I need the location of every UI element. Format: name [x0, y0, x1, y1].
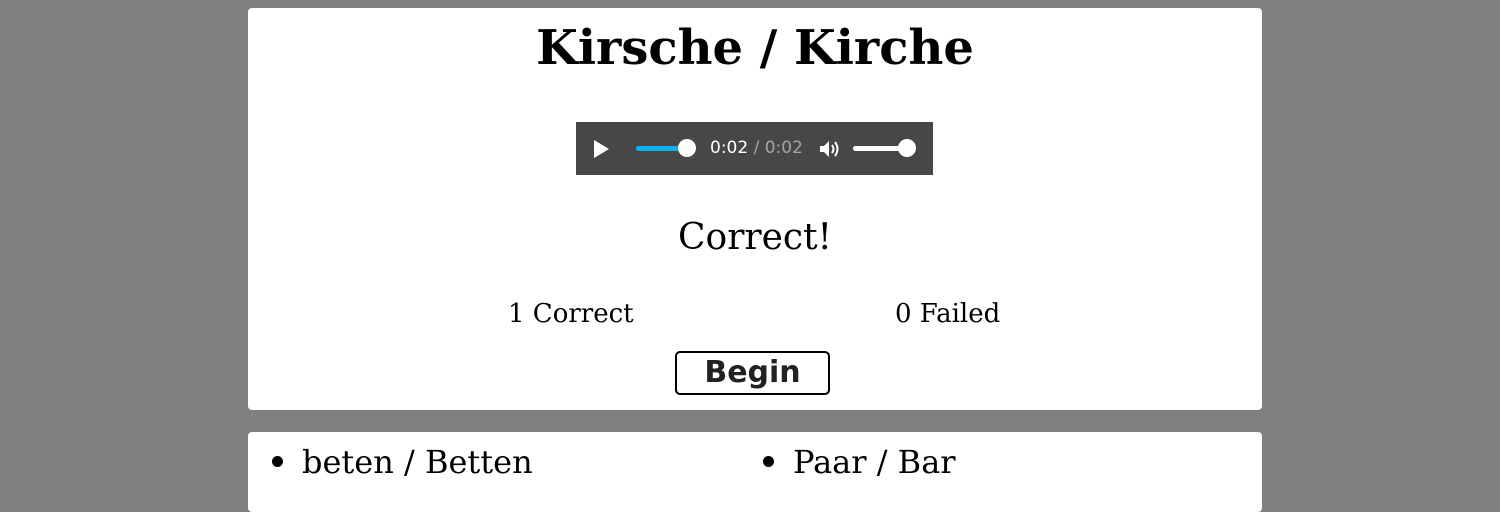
pair-label: beten / Betten: [302, 443, 533, 481]
play-icon[interactable]: [594, 140, 609, 158]
seek-handle[interactable]: [678, 139, 696, 157]
bullet: [763, 456, 774, 467]
word-pair-list: beten / Betten Paar / Bar: [248, 432, 1262, 512]
quiz-title: Kirsche / Kirche: [536, 20, 974, 76]
pair-label: Paar / Bar: [793, 443, 956, 481]
audio-player: 0:02 / 0:02: [576, 122, 933, 175]
volume-handle[interactable]: [898, 139, 916, 157]
time-display: 0:02 / 0:02: [710, 138, 803, 158]
result-message: Correct!: [677, 217, 833, 258]
bullet: [272, 456, 283, 467]
list-item[interactable]: beten / Betten: [272, 442, 533, 482]
correct-count: 1 Correct: [508, 299, 634, 329]
time-separator: /: [748, 138, 765, 158]
duration: 0:02: [764, 138, 803, 158]
failed-count: 0 Failed: [895, 299, 1001, 329]
current-time: 0:02: [710, 138, 749, 158]
begin-button[interactable]: Begin: [675, 351, 830, 395]
list-item[interactable]: Paar / Bar: [763, 442, 956, 482]
quiz-card: Kirsche / Kirche 0:02 / 0:02 Correct! 1 …: [248, 8, 1262, 410]
speaker-icon[interactable]: [818, 139, 842, 163]
